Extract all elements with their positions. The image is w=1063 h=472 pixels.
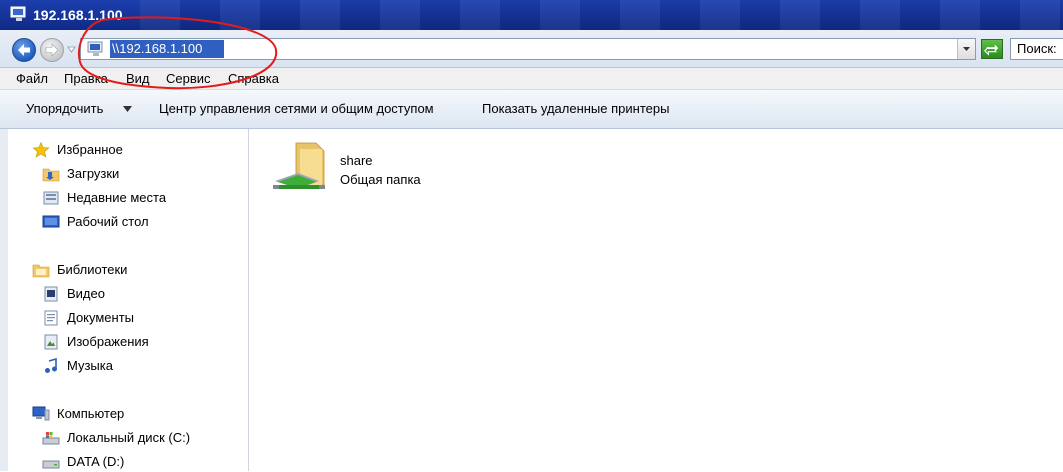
item-name: share bbox=[340, 153, 373, 168]
chevron-down-icon[interactable] bbox=[123, 106, 132, 112]
menu-bar: Файл Правка Вид Сервис Справка bbox=[0, 68, 1063, 90]
titlebar-background bbox=[140, 0, 1063, 30]
search-field[interactable]: Поиск: bbox=[1010, 38, 1063, 60]
address-dropdown-button[interactable] bbox=[957, 39, 975, 59]
star-icon bbox=[32, 142, 50, 158]
menu-file[interactable]: Файл bbox=[16, 71, 48, 86]
nav-label: Библиотеки bbox=[57, 262, 128, 277]
refresh-icon bbox=[984, 44, 999, 56]
pictures-library-icon bbox=[44, 334, 58, 350]
shared-folder-icon bbox=[273, 142, 325, 189]
address-input[interactable] bbox=[110, 40, 224, 58]
arrow-left-icon bbox=[18, 44, 30, 56]
menu-edit[interactable]: Правка bbox=[64, 71, 108, 86]
address-bar[interactable] bbox=[80, 38, 976, 60]
video-library-icon bbox=[44, 286, 58, 302]
show-remote-printers-button[interactable]: Показать удаленные принтеры bbox=[482, 101, 669, 116]
downloads-folder-icon bbox=[42, 168, 60, 182]
arrow-right-icon bbox=[45, 43, 59, 57]
item-type: Общая папка bbox=[340, 172, 421, 187]
nav-label: Рабочий стол bbox=[67, 214, 149, 229]
nav-label: DATA (D:) bbox=[67, 454, 125, 469]
documents-library-icon bbox=[44, 310, 58, 326]
recent-pages-chevron-icon[interactable] bbox=[67, 45, 76, 54]
network-computer-icon bbox=[10, 6, 26, 21]
navigation-pane: Избранное Загрузки Недавние места Рабочи… bbox=[8, 129, 249, 471]
nav-label: Избранное bbox=[57, 142, 123, 157]
libraries-icon bbox=[32, 264, 50, 278]
window-title: 192.168.1.100 bbox=[33, 7, 123, 23]
back-button[interactable] bbox=[12, 38, 36, 62]
content-pane: share Общая папка bbox=[250, 129, 1063, 471]
nav-label: Изображения bbox=[67, 334, 149, 349]
forward-button[interactable] bbox=[40, 38, 64, 62]
nav-label: Видео bbox=[67, 286, 105, 301]
music-library-icon bbox=[45, 358, 57, 373]
organize-button[interactable]: Упорядочить bbox=[26, 101, 103, 116]
menu-view[interactable]: Вид bbox=[126, 71, 150, 86]
nav-label: Компьютер bbox=[57, 406, 125, 421]
share-folder-item[interactable]: share Общая папка bbox=[272, 141, 472, 201]
computer-icon bbox=[32, 406, 50, 421]
recent-places-icon bbox=[43, 191, 59, 205]
refresh-button[interactable] bbox=[981, 39, 1003, 59]
menu-tools[interactable]: Сервис bbox=[166, 71, 211, 86]
network-computer-icon bbox=[87, 41, 103, 56]
menu-help[interactable]: Справка bbox=[228, 71, 279, 86]
window-titlebar: 192.168.1.100 bbox=[0, 0, 1063, 30]
chevron-down-icon bbox=[963, 47, 970, 51]
desktop-icon bbox=[42, 215, 60, 228]
nav-label: Загрузки bbox=[67, 166, 120, 181]
window-edge bbox=[0, 129, 8, 471]
network-sharing-center-button[interactable]: Центр управления сетями и общим доступом bbox=[159, 101, 434, 116]
navigation-bar: Поиск: bbox=[0, 30, 1063, 68]
windows-drive-icon bbox=[42, 432, 60, 445]
nav-label: Документы bbox=[67, 310, 135, 325]
drive-icon bbox=[42, 460, 60, 469]
nav-label: Локальный диск (C:) bbox=[67, 430, 191, 445]
nav-label: Музыка bbox=[67, 358, 113, 373]
nav-label: Недавние места bbox=[67, 190, 167, 205]
command-bar: Упорядочить Центр управления сетями и об… bbox=[0, 90, 1063, 129]
